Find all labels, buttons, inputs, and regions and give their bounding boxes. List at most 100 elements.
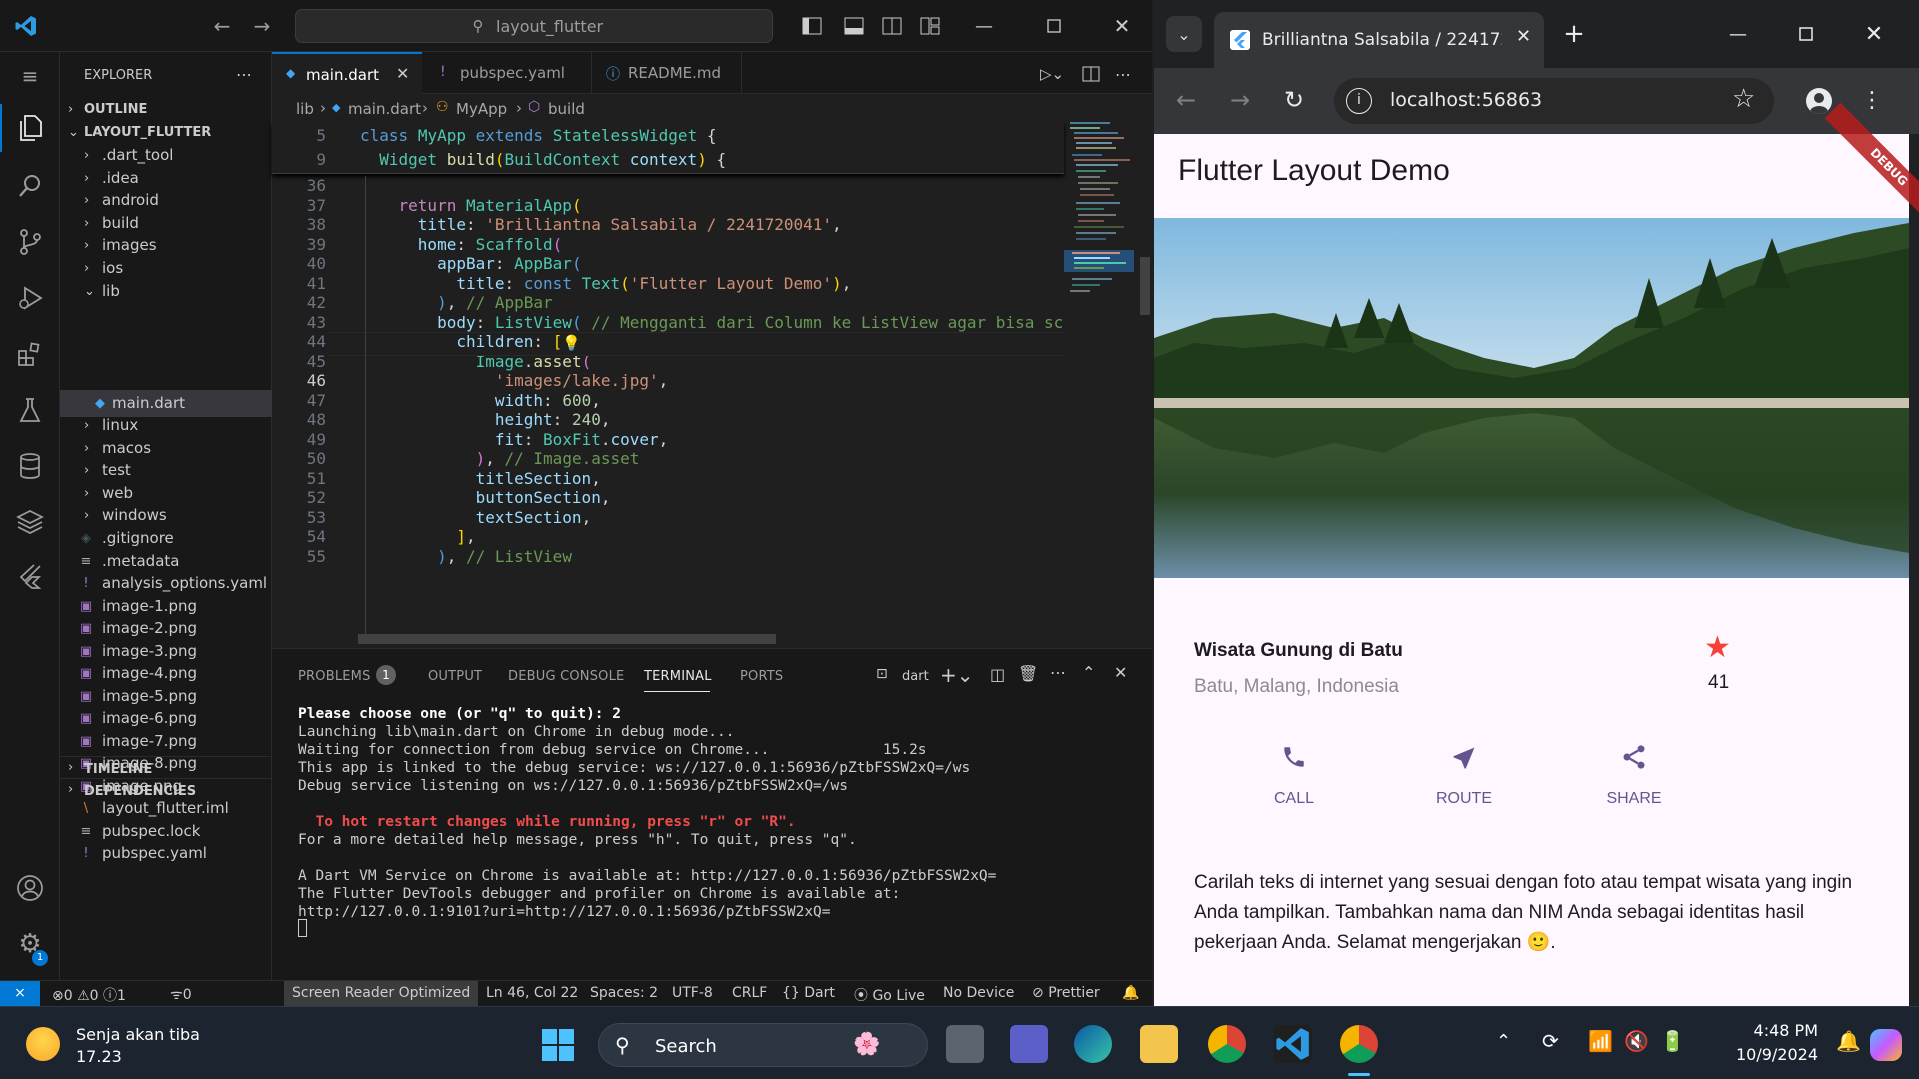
encoding[interactable]: UTF-8	[672, 985, 713, 1001]
editor-scrollbar[interactable]	[1140, 257, 1150, 315]
site-info-icon[interactable]: i	[1346, 88, 1372, 114]
editor-more-icon[interactable]: ⋯	[1110, 62, 1136, 86]
extensions-icon[interactable]	[12, 336, 48, 372]
more-actions-icon[interactable]: ⋯	[230, 62, 258, 86]
code-line[interactable]: 54 ],	[272, 527, 1062, 547]
toggle-primary-sidebar-icon[interactable]	[800, 14, 824, 38]
panel-tab-output[interactable]: OUTPUT	[428, 669, 482, 684]
favorite-star-icon[interactable]: ★	[1704, 630, 1731, 665]
sync-icon[interactable]: ⟳	[1542, 1029, 1559, 1053]
profile-avatar-icon[interactable]	[1806, 88, 1832, 114]
remote-indicator[interactable]: ⨯	[0, 981, 40, 1007]
chrome-maximize-icon[interactable]	[1788, 16, 1824, 52]
code-line[interactable]: 49 fit: BoxFit.cover,	[272, 430, 1062, 450]
timeline-section[interactable]: › TIMELINE	[60, 756, 272, 778]
minimize-icon[interactable]: —	[968, 10, 1000, 42]
new-tab-icon[interactable]: +	[1556, 16, 1592, 52]
customize-layout-icon[interactable]	[918, 14, 942, 38]
chrome-menu-icon[interactable]: ⋮	[1860, 82, 1884, 118]
vscode-taskbar-icon[interactable]	[1274, 1025, 1312, 1063]
bookmark-star-icon[interactable]: ☆	[1732, 84, 1755, 114]
menu-icon[interactable]: ≡	[14, 60, 46, 92]
breadcrumb-file[interactable]: main.dart	[348, 100, 421, 118]
notification-icon[interactable]: 🔔	[1836, 1029, 1861, 1053]
teams-icon[interactable]	[1010, 1025, 1048, 1063]
database-icon[interactable]	[12, 448, 48, 484]
url-text[interactable]: localhost:56863	[1390, 89, 1542, 111]
close-panel-icon[interactable]: ✕	[1114, 663, 1127, 682]
notifications-bell-icon[interactable]: 🔔	[1122, 985, 1139, 1001]
panel-tab-ports[interactable]: PORTS	[740, 669, 783, 684]
breadcrumb-class[interactable]: MyApp	[456, 100, 507, 118]
code-line[interactable]: 51 titleSection,	[272, 469, 1062, 489]
chrome-forward-icon[interactable]: →	[1222, 82, 1258, 118]
accounts-icon[interactable]	[12, 870, 48, 906]
start-button[interactable]	[540, 1027, 576, 1063]
split-editor-icon[interactable]	[1078, 62, 1104, 86]
run-debug-dropdown-icon[interactable]: ▷⌄	[1034, 62, 1070, 86]
code-line[interactable]: 43 body: ListView( // Mengganti dari Col…	[272, 313, 1064, 333]
code-line[interactable]: 38 title: 'Brilliantna Salsabila / 22417…	[272, 215, 1062, 235]
explorer-files-icon[interactable]	[12, 110, 48, 146]
source-control-icon[interactable]	[12, 224, 48, 260]
wifi-icon[interactable]: 📶	[1588, 1029, 1613, 1053]
code-line[interactable]: 50 ), // Image.asset	[272, 449, 1062, 469]
lightbulb-icon[interactable]: 💡	[562, 334, 581, 352]
code-line[interactable]: 39 home: Scaffold(	[272, 235, 1062, 255]
end-of-line[interactable]: CRLF	[732, 985, 767, 1001]
ports-count[interactable]: ᯤ0	[170, 985, 192, 1004]
cursor-position[interactable]: Ln 46, Col 22	[486, 985, 578, 1001]
chrome-taskbar-icon[interactable]	[1340, 1025, 1378, 1063]
copilot-icon[interactable]	[1870, 1029, 1902, 1061]
screen-reader-mode[interactable]: Screen Reader Optimized	[284, 981, 479, 1006]
new-terminal-icon[interactable]: +⌄	[940, 663, 974, 687]
edge-icon[interactable]	[1074, 1025, 1112, 1063]
route-button[interactable]: ROUTE	[1414, 740, 1514, 820]
code-line[interactable]: 44 children: [	[272, 332, 1062, 352]
close-icon[interactable]: ✕	[1106, 10, 1138, 42]
weather-widget[interactable]: Senja akan tiba 17.23	[20, 1019, 220, 1069]
chrome-minimize-icon[interactable]: —	[1720, 16, 1756, 52]
tab-readme[interactable]: ⓘ README.md	[592, 52, 742, 94]
device-selector[interactable]: No Device	[943, 985, 1014, 1001]
taskbar-search[interactable]: ⚲ Search 🌸	[598, 1023, 928, 1067]
run-debug-icon[interactable]	[12, 280, 48, 316]
terminal-name[interactable]: dart	[902, 669, 929, 684]
terminal-output[interactable]: Please choose one (or "q" to quit): 2 Lau…	[272, 695, 1152, 981]
clock-time[interactable]: 4:48 PM	[1728, 1021, 1818, 1040]
code-line[interactable]: 47 width: 600,	[272, 391, 1062, 411]
tray-overflow-icon[interactable]: ⌃	[1496, 1031, 1511, 1052]
tab-pubspec[interactable]: ! pubspec.yaml	[422, 52, 592, 94]
volume-muted-icon[interactable]: 🔇	[1624, 1029, 1649, 1053]
breadcrumb-method[interactable]: build	[548, 100, 585, 118]
split-terminal-icon[interactable]: ◫	[990, 665, 1005, 684]
sticky-line[interactable]: 9 Widget build(BuildContext context) {	[272, 148, 1062, 172]
code-line[interactable]: 40 appBar: AppBar(	[272, 254, 1062, 274]
command-center-search[interactable]: ⚲ layout_flutter	[295, 9, 773, 43]
clock-date[interactable]: 10/9/2024	[1718, 1045, 1818, 1064]
file-explorer-icon[interactable]	[1140, 1025, 1178, 1063]
minimap[interactable]	[1064, 122, 1152, 648]
language-mode[interactable]: {} Dart	[782, 985, 835, 1001]
code-line[interactable]: 36	[272, 176, 1062, 196]
battery-icon[interactable]: 🔋	[1660, 1029, 1685, 1053]
search-view-icon[interactable]	[12, 168, 48, 204]
panel-tab-problems[interactable]: PROBLEMS	[298, 669, 371, 684]
panel-tab-terminal[interactable]: TERMINAL	[644, 669, 712, 684]
tab-close-icon[interactable]: ✕	[1516, 26, 1531, 47]
chrome-close-icon[interactable]: ✕	[1856, 16, 1892, 52]
code-line[interactable]: 52 buttonSection,	[272, 488, 1062, 508]
forward-arrow-icon[interactable]: →	[248, 12, 276, 40]
code-line[interactable]: 42 ), // AppBar	[272, 293, 1062, 313]
tab-search-chevron-icon[interactable]: ⌄	[1166, 16, 1202, 52]
panel-more-icon[interactable]: ⋯	[1050, 663, 1066, 682]
kill-terminal-icon[interactable]: 🗑	[1018, 664, 1038, 683]
code-line[interactable]: 53 textSection,	[272, 508, 1062, 528]
chrome-back-icon[interactable]: ←	[1168, 82, 1204, 118]
prettier[interactable]: ⊘ Prettier	[1032, 985, 1100, 1001]
layers-icon[interactable]	[12, 504, 48, 540]
testing-flask-icon[interactable]	[12, 392, 48, 428]
code-lines[interactable]: 36 37 return MaterialApp(38 title: 'Brill…	[272, 176, 1064, 636]
tab-close-icon[interactable]: ✕	[396, 64, 409, 83]
code-line[interactable]: 48 height: 240,	[272, 410, 1062, 430]
